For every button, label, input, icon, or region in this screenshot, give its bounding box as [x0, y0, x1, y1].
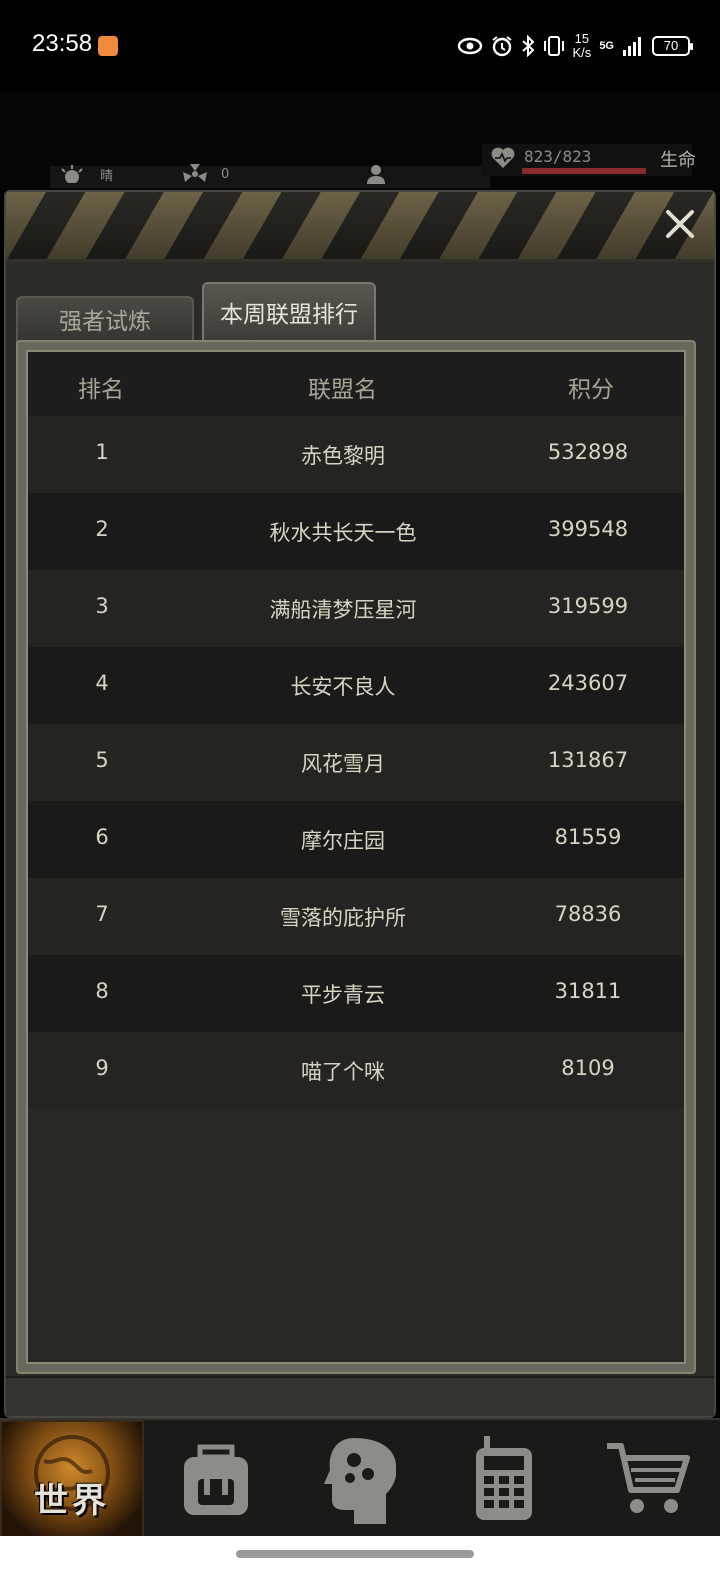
header-rank: 排名: [78, 377, 124, 403]
alliance-name-cell: 平步青云: [301, 983, 385, 1007]
backpack-icon: [184, 1444, 248, 1515]
hp-label: 生命: [660, 150, 696, 171]
table-row[interactable]: 4 长安不良人 243607: [28, 647, 684, 724]
nav-backpack[interactable]: [144, 1420, 288, 1538]
close-icon[interactable]: [660, 204, 700, 244]
battery-indicator: 70: [652, 36, 693, 56]
home-indicator[interactable]: [236, 1550, 474, 1558]
nav-shop[interactable]: [576, 1420, 720, 1538]
alliance-name-cell: 满船清梦压星河: [269, 598, 417, 622]
table-row[interactable]: 3 满船清梦压星河 319599: [28, 570, 684, 647]
cart-icon: [607, 1443, 690, 1513]
rank-cell: 4: [95, 671, 109, 695]
table-row[interactable]: 8 平步青云 31811: [28, 955, 684, 1032]
radiation-icon: [183, 164, 208, 182]
header-alliance-name: 联盟名: [308, 377, 377, 403]
score-cell: 532898: [547, 440, 629, 464]
score-cell: 131867: [547, 748, 629, 772]
score-cell: 8109: [561, 1056, 615, 1080]
rank-cell: 2: [95, 517, 109, 541]
ranking-board: 排名 联盟名 积分 1 赤色黎明 532898 2 秋水共长天一色 399548…: [16, 340, 696, 1374]
rank-cell: 8: [95, 979, 109, 1003]
rank-cell: 7: [95, 902, 109, 926]
score-cell: 31811: [554, 979, 622, 1003]
signal-icon: [623, 37, 641, 56]
ranking-table: 排名 联盟名 积分 1 赤色黎明 532898 2 秋水共长天一色 399548…: [26, 350, 686, 1364]
table-row[interactable]: 9 喵了个咪 8109: [28, 1032, 684, 1109]
alliance-name-cell: 摩尔庄园: [301, 829, 385, 853]
panel-footer: [6, 1376, 714, 1416]
app-notification-icon: [98, 36, 118, 56]
status-icons: 15 K/s 5G 70: [457, 28, 693, 64]
hp-text: 823/823: [524, 147, 592, 166]
alliance-name-cell: 长安不良人: [290, 675, 396, 699]
score-cell: 243607: [547, 671, 629, 695]
table-row[interactable]: 1 赤色黎明 532898: [28, 416, 684, 493]
radiation-value: 0: [221, 166, 230, 182]
rank-cell: 6: [95, 825, 109, 849]
alarm-icon: [491, 36, 512, 57]
rank-cell: 9: [95, 1056, 109, 1080]
weather-text: 晴: [100, 168, 114, 184]
rank-cell: 3: [95, 594, 109, 618]
score-cell: 399548: [547, 517, 629, 541]
net-speed: 15 K/s: [572, 31, 592, 60]
radio-icon: [476, 1436, 532, 1520]
score-cell: 78836: [554, 902, 622, 926]
hp-bar: [522, 168, 646, 174]
game-hud: 晴 0 823/823 生命: [0, 92, 720, 192]
network-type: 5G: [599, 40, 614, 52]
nav-world[interactable]: 世界: [0, 1420, 144, 1538]
nav-skills[interactable]: [288, 1420, 432, 1538]
tab-weekly-alliance-ranking[interactable]: 本周联盟排行: [202, 282, 376, 340]
score-cell: 319599: [547, 594, 629, 618]
nav-world-label: 世界: [34, 1481, 110, 1521]
rank-cell: 5: [95, 748, 109, 772]
hud-weather: 晴 0: [58, 164, 387, 184]
table-row[interactable]: 5 风花雪月 131867: [28, 724, 684, 801]
score-cell: 81559: [554, 825, 622, 849]
ranking-panel: 强者试炼 本周联盟排行 排名 联盟名 积分 1 赤色黎明 532898 2 秋水…: [4, 190, 716, 1418]
alliance-name-cell: 喵了个咪: [301, 1060, 385, 1084]
alliance-name-cell: 风花雪月: [301, 752, 385, 776]
status-bar: 23:58 15 K/s 5G 70: [0, 0, 720, 92]
eye-icon: [457, 37, 482, 55]
table-row[interactable]: 2 秋水共长天一色 399548: [28, 493, 684, 570]
table-row[interactable]: 6 摩尔庄园 81559: [28, 801, 684, 878]
weather-icon: [61, 165, 83, 183]
status-time: 23:58: [32, 30, 93, 57]
nav-radio[interactable]: [432, 1420, 576, 1538]
rank-cell: 1: [95, 440, 109, 464]
bluetooth-icon: [521, 35, 534, 57]
tab-trial[interactable]: 强者试炼: [16, 296, 194, 344]
vibrate-icon: [543, 36, 564, 56]
person-icon: [367, 165, 386, 184]
table-row[interactable]: 7 雪落的庇护所 78836: [28, 878, 684, 955]
table-header: 排名 联盟名 积分: [28, 352, 684, 416]
alliance-name-cell: 雪落的庇护所: [280, 906, 406, 930]
header-score: 积分: [568, 377, 614, 403]
alliance-name-cell: 秋水共长天一色: [269, 521, 417, 545]
heart-icon: [491, 147, 515, 168]
system-home-bar: [0, 1536, 720, 1591]
alliance-name-cell: 赤色黎明: [301, 444, 385, 468]
bottom-nav: 世界: [0, 1418, 720, 1538]
skills-head-icon: [324, 1438, 396, 1524]
